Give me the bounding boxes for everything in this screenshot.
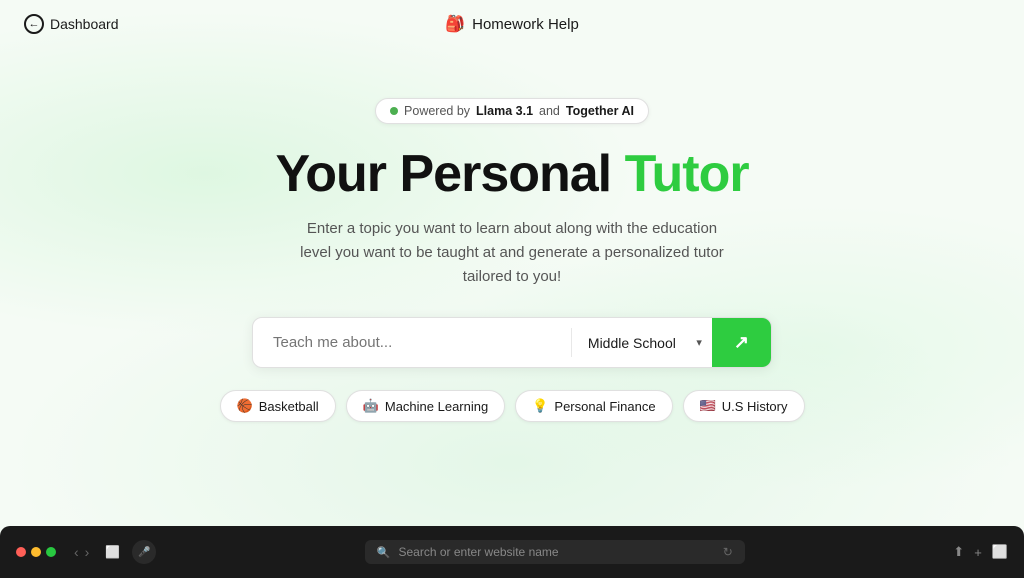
share-icon[interactable]: ⬆ [953,544,964,560]
browser-dots [16,547,56,557]
new-tab-icon[interactable]: + [974,545,982,560]
minimize-dot[interactable] [31,547,41,557]
dashboard-link[interactable]: ← Dashboard [24,14,119,34]
extensions-icon[interactable]: ⬜ [992,544,1008,560]
submit-button[interactable]: ↗ [712,318,771,367]
app-title: 🎒 Homework Help [445,14,579,34]
topbar: ← Dashboard 🎒 Homework Help [0,0,1024,48]
arrow-icon: ↗ [734,332,749,353]
search-input[interactable] [253,318,571,367]
app-icon: 🎒 [445,14,465,34]
subtitle: Enter a topic you want to learn about al… [292,217,732,289]
browser-url-bar[interactable]: 🔍 Search or enter website name ↻ [365,540,745,564]
app-title-text: Homework Help [472,16,579,33]
tag-personal-finance[interactable]: 💡 Personal Finance [515,390,672,422]
close-dot[interactable] [16,547,26,557]
browser-tab-controls: ⬜ [105,545,120,559]
ml-label: Machine Learning [385,399,488,414]
tag-machine-learning[interactable]: 🤖 Machine Learning [346,390,506,422]
heading-part2: Tutor [625,145,749,203]
browser-nav: ‹ › [74,544,89,560]
browser-actions: ⬆ + ⬜ [953,544,1008,560]
browser-forward-button[interactable]: › [85,544,90,560]
heading-part1: Your Personal [275,145,624,203]
tab-icon: ⬜ [105,545,120,559]
tag-us-history[interactable]: 🇺🇸 U.S History [683,390,805,422]
back-icon: ← [24,14,44,34]
basketball-label: Basketball [259,399,319,414]
browser-back-button[interactable]: ‹ [74,544,79,560]
ml-emoji: 🤖 [363,398,379,414]
powered-prefix: Powered by [404,104,470,118]
search-icon: 🔍 [377,546,391,559]
level-select[interactable]: Elementary Middle School High School Col… [572,319,712,367]
dashboard-label: Dashboard [50,16,119,32]
url-text: Search or enter website name [399,545,715,559]
main-heading: Your Personal Tutor [275,146,748,203]
level-select-wrapper: Elementary Middle School High School Col… [572,318,712,367]
powered-by-badge: Powered by Llama 3.1 and Together AI [375,98,649,124]
history-label: U.S History [722,399,788,414]
tag-basketball[interactable]: 🏀 Basketball [220,390,336,422]
and-label: and [539,104,560,118]
microphone-icon[interactable]: 🎤 [132,540,156,564]
status-dot [390,107,398,115]
hero-section: Powered by Llama 3.1 and Together AI You… [220,98,805,422]
finance-label: Personal Finance [554,399,655,414]
refresh-icon[interactable]: ↻ [723,545,733,559]
maximize-dot[interactable] [46,547,56,557]
together-label: Together AI [566,104,634,118]
search-row: Elementary Middle School High School Col… [252,317,772,368]
history-emoji: 🇺🇸 [700,398,716,414]
quick-tags: 🏀 Basketball 🤖 Machine Learning 💡 Person… [220,390,805,422]
llama-label: Llama 3.1 [476,104,533,118]
browser-bar: ‹ › ⬜ 🎤 🔍 Search or enter website name ↻… [0,526,1024,578]
basketball-emoji: 🏀 [237,398,253,414]
finance-emoji: 💡 [532,398,548,414]
